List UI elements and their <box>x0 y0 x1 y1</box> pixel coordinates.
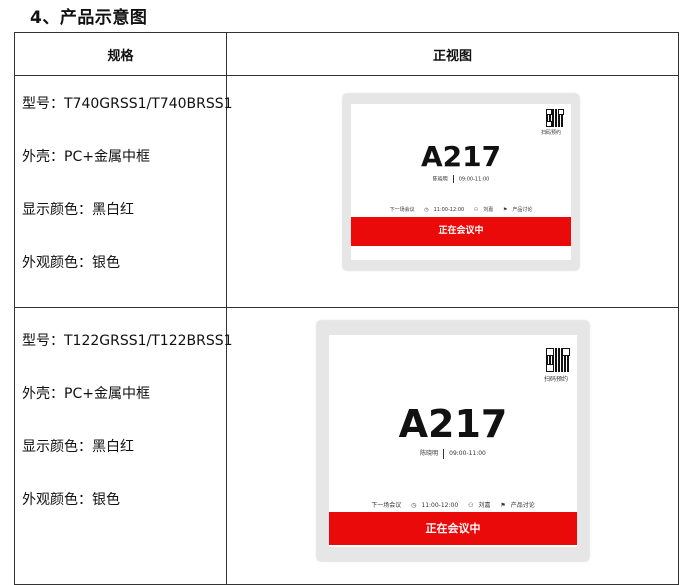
flag-icon: ⚑ <box>500 502 506 509</box>
current-meeting: 陈晓明 09:00-11:00 <box>351 175 571 183</box>
header-specs: 规格 <box>14 32 227 76</box>
next-meeting: 下一场会议 ◷ 11:00-12:00 ⚇ 刘嘉 ⚑ 产品讨论 <box>351 206 571 213</box>
device-image: 扫码预约 A217 陈晓明 09:00-11:00 下一场会议 ◷ 11:00-12… <box>317 321 589 561</box>
spec-display-color: 显示颜色：黑白红 <box>22 202 134 218</box>
section-heading: 4、产品示意图 <box>30 8 148 28</box>
clock-icon: ◷ <box>411 502 417 509</box>
next-meeting: 下一场会议 ◷ 11:00-12:00 ⚇ 刘嘉 ⚑ 产品讨论 <box>329 500 577 509</box>
user-add-icon: ⚇ <box>468 502 474 509</box>
current-meeting: 陈晓明 09:00-11:00 <box>329 448 577 459</box>
table-row: 型号：T740GRSS1/T740BRSS1 外壳：PC+金属中框 显示颜色：黑… <box>14 75 679 308</box>
spec-table: 规格 正视图 型号：T740GRSS1/T740BRSS1 外壳：PC+金属中框… <box>14 32 679 585</box>
next-topic: 产品讨论 <box>510 502 535 509</box>
spec-display-color: 显示颜色：黑白红 <box>22 439 134 455</box>
next-person: 刘嘉 <box>478 502 491 509</box>
status-banner: 正在会议中 <box>329 512 577 545</box>
flag-icon: ⚑ <box>502 207 508 213</box>
qr-code-icon <box>546 109 564 127</box>
next-label: 下一场会议 <box>371 502 402 509</box>
qr-code-icon <box>546 348 570 372</box>
room-number: A217 <box>420 140 502 173</box>
front-view-cell: 扫码预约 A217 陈晓明 09:00-11:00 下一场会议 ◷ 11:00-12… <box>226 307 679 585</box>
front-view-cell: 扫码预约 A217 陈晓明 09:00-11:00 下一场会议 ◷ 11:00-12… <box>226 75 679 308</box>
current-person: 陈晓明 <box>420 450 439 457</box>
spec-model: 型号：T740GRSS1/T740BRSS1 <box>22 96 233 112</box>
next-time: 11:00-12:00 <box>421 502 459 509</box>
current-time: 09:00-11:00 <box>449 450 486 457</box>
current-time: 09:00-11:00 <box>458 176 490 183</box>
status-banner: 正在会议中 <box>351 217 571 246</box>
user-add-icon: ⚇ <box>473 207 479 213</box>
specs-cell: 型号：T740GRSS1/T740BRSS1 外壳：PC+金属中框 显示颜色：黑… <box>14 75 233 308</box>
next-person: 刘嘉 <box>483 207 494 213</box>
next-time: 11:00-12:00 <box>433 207 465 213</box>
qr-label: 扫码预约 <box>544 376 569 383</box>
device-image: 扫码预约 A217 陈晓明 09:00-11:00 下一场会议 ◷ 11:00-12… <box>343 94 579 270</box>
table-row: 型号：T122GRSS1/T122BRSS1 外壳：PC+金属中框 显示颜色：黑… <box>14 307 679 585</box>
device-screen: 扫码预约 A217 陈晓明 09:00-11:00 下一场会议 ◷ 11:00-12… <box>329 335 577 547</box>
spec-model: 型号：T122GRSS1/T122BRSS1 <box>22 333 233 349</box>
qr-label: 扫码预约 <box>541 130 562 136</box>
spec-exterior-color: 外观颜色：银色 <box>22 492 120 508</box>
table-header-row: 规格 正视图 <box>14 32 679 76</box>
spec-housing: 外壳：PC+金属中框 <box>22 149 150 165</box>
specs-cell: 型号：T122GRSS1/T122BRSS1 外壳：PC+金属中框 显示颜色：黑… <box>14 307 233 585</box>
next-label: 下一场会议 <box>389 207 415 213</box>
next-topic: 产品讨论 <box>512 207 533 213</box>
spec-exterior-color: 外观颜色：银色 <box>22 255 120 271</box>
device-screen: 扫码预约 A217 陈晓明 09:00-11:00 下一场会议 ◷ 11:00-12… <box>351 104 571 260</box>
room-number: A217 <box>398 402 508 446</box>
spec-housing: 外壳：PC+金属中框 <box>22 386 150 402</box>
header-front-view: 正视图 <box>226 32 679 76</box>
current-person: 陈晓明 <box>432 176 448 183</box>
clock-icon: ◷ <box>424 207 429 213</box>
